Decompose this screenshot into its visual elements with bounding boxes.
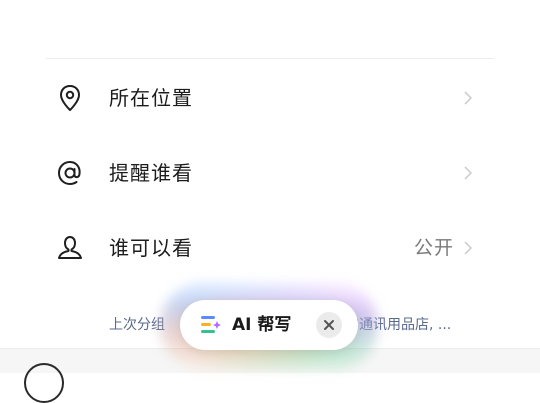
top-divider (46, 58, 494, 59)
person-icon (58, 236, 82, 259)
ai-helper-button[interactable]: AI 帮写 (180, 300, 358, 350)
location-pin-icon (60, 85, 80, 111)
chevron-right-icon (464, 166, 473, 180)
remind-who-label: 提醒谁看 (109, 161, 193, 185)
visibility-value: 公开 (413, 237, 454, 259)
chevron-right-icon (464, 241, 473, 255)
who-can-see-row[interactable]: 谁可以看 公开 (0, 218, 540, 278)
close-icon (324, 320, 334, 330)
location-label: 所在位置 (109, 86, 193, 110)
recent-groups-prefix: 上次分组 (109, 317, 165, 333)
close-button[interactable] (316, 312, 342, 338)
ai-helper-label: AI 帮写 (232, 315, 292, 335)
emoji-icon[interactable] (24, 363, 64, 403)
location-row[interactable]: 所在位置 (0, 68, 540, 128)
who-can-see-label: 谁可以看 (109, 236, 193, 260)
ai-write-icon (201, 316, 221, 333)
at-sign-icon (57, 160, 81, 186)
remind-who-row[interactable]: 提醒谁看 (0, 143, 540, 203)
chevron-right-icon (464, 91, 473, 105)
